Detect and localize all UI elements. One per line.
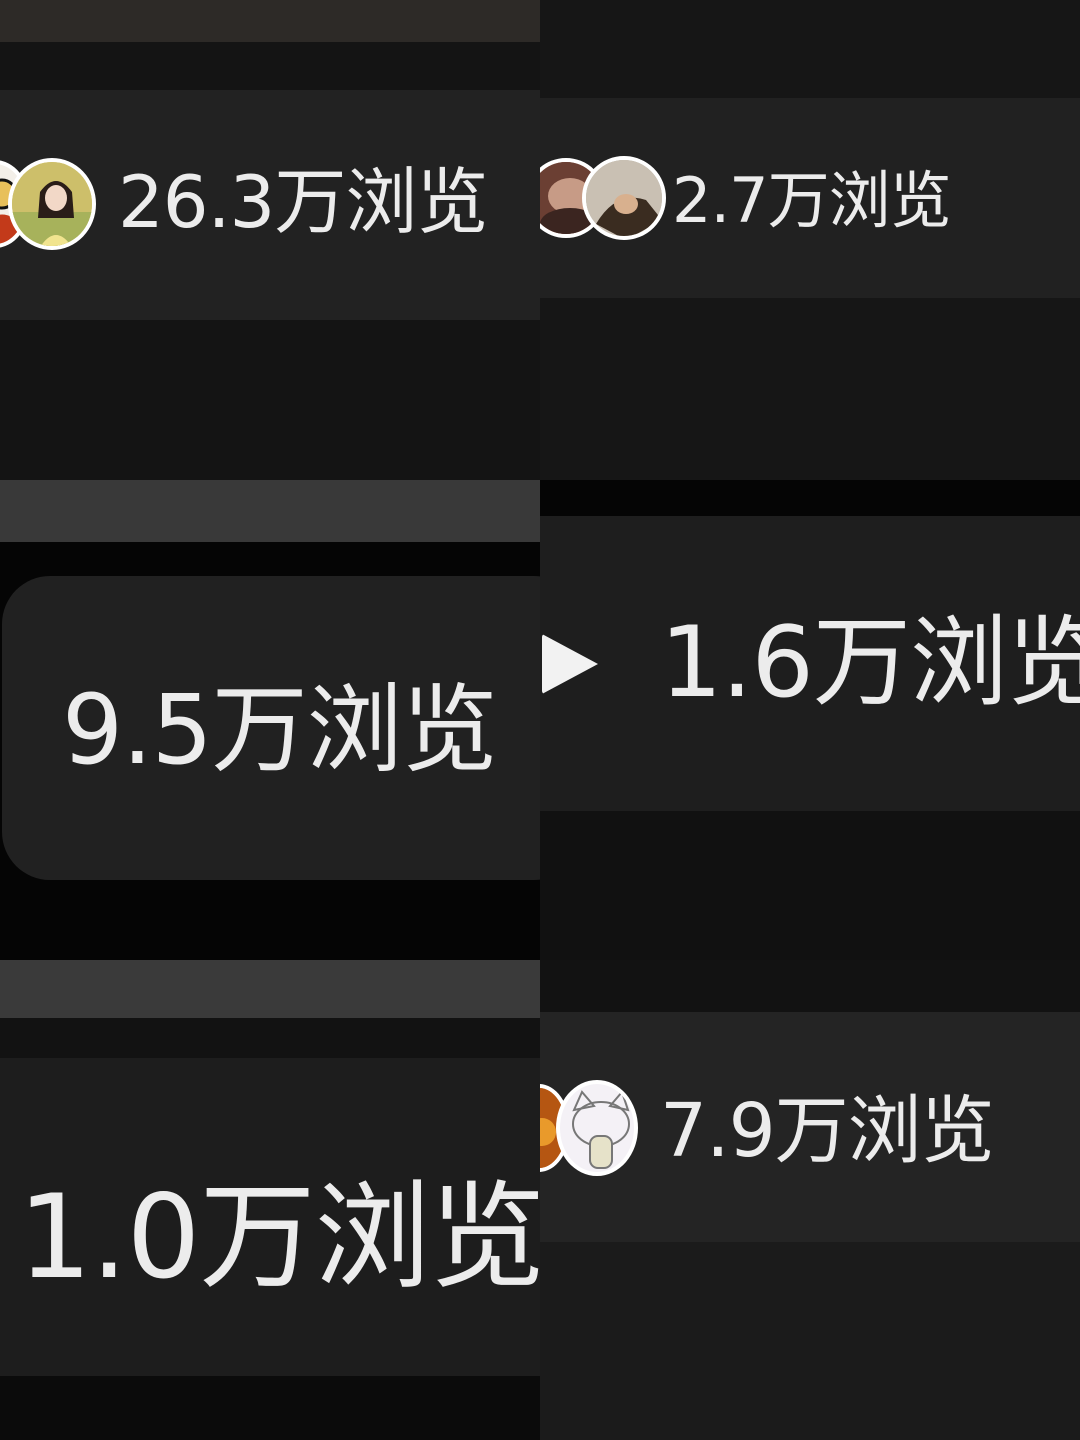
- views-panel-5: 1.0万浏览: [0, 960, 540, 1440]
- views-panel-6: 7.9万浏览: [540, 960, 1080, 1440]
- play-icon[interactable]: [542, 634, 598, 694]
- views-count: 26.3万浏览: [118, 160, 488, 244]
- views-panel-4: 1.6万浏览: [540, 480, 1080, 960]
- views-panel-2: 2.7万浏览: [540, 0, 1080, 480]
- image-edge-strip: [0, 480, 540, 542]
- image-edge-strip: [0, 960, 540, 1018]
- views-count: 2.7万浏览: [672, 164, 952, 237]
- dark-strip: [540, 480, 1080, 516]
- dark-strip: [540, 960, 1080, 1012]
- image-edge-strip: [0, 0, 540, 42]
- views-count: 9.5万浏览: [62, 674, 498, 786]
- cartoon-avatar-icon[interactable]: [556, 1080, 638, 1176]
- views-panel-3: 9.5万浏览: [0, 480, 540, 960]
- views-count: 7.9万浏览: [660, 1088, 995, 1174]
- photo-avatar-icon[interactable]: [582, 156, 666, 240]
- views-panel-1: 26.3万浏览: [0, 0, 540, 480]
- dark-strip: [0, 1018, 540, 1058]
- person-avatar-icon[interactable]: [8, 158, 96, 250]
- views-count: 1.6万浏览: [660, 606, 1080, 720]
- views-count: 1.0万浏览: [18, 1170, 540, 1305]
